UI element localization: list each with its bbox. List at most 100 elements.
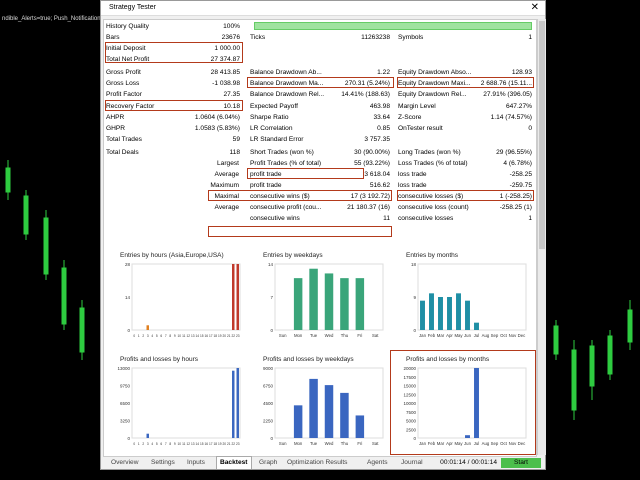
stat-label: consecutive profit (cou... [250, 204, 322, 211]
x-tick-label: 22 [231, 334, 235, 338]
vertical-scrollbar[interactable] [537, 19, 546, 455]
highlight-box [208, 190, 392, 201]
stat-value: 59 [232, 136, 240, 143]
tab-graph[interactable]: Graph [259, 457, 277, 469]
highlight-box [397, 77, 534, 88]
x-tick-label: 12 [186, 334, 190, 338]
stat-value: 27.35 [223, 91, 240, 98]
stat-value: 27.91% (396.05) [483, 91, 532, 98]
stat-label: Balance Drawdown Ab... [250, 69, 322, 76]
tab-overview[interactable]: Overview [111, 457, 138, 469]
x-tick-label: Mon [294, 441, 303, 446]
x-tick-label: 23 [236, 442, 240, 446]
stat-label: Profit Trades (% of total) [250, 160, 322, 167]
y-tick-label: 9 [413, 295, 416, 300]
x-tick-label: Aug [482, 333, 490, 338]
tab-agents[interactable]: Agents [367, 457, 388, 469]
bar [293, 278, 303, 330]
stat-label: Long Trades (won %) [398, 149, 461, 156]
bar [456, 293, 461, 330]
x-tick-label: Tue [310, 333, 318, 338]
scrollbar-thumb[interactable] [539, 21, 545, 249]
y-tick-label: 18 [411, 262, 417, 267]
x-tick-label: Sep [491, 333, 499, 338]
stat-value: -259.75 [509, 182, 532, 189]
x-tick-label: 19 [218, 442, 222, 446]
stat-label: Maximum [210, 182, 239, 189]
x-tick-label: 18 [213, 442, 217, 446]
bar [293, 405, 303, 438]
x-tick-label: 4 [151, 442, 153, 446]
chart-comment-text: ndible_Alerts=true; Push_Notifications=.… [2, 16, 113, 22]
chart-0: Entries by hours (Asia,Europe,USA)281400… [120, 252, 241, 338]
plot-area [417, 263, 527, 331]
start-button[interactable]: Start [501, 458, 541, 468]
stat-label: Expected Payoff [250, 103, 298, 110]
tab-settings[interactable]: Settings [151, 457, 175, 469]
close-icon[interactable]: ✕ [531, 2, 539, 13]
x-tick-label: Jan [419, 333, 427, 338]
x-tick-label: Sat [372, 441, 379, 446]
bar [474, 322, 479, 330]
tab-backtest[interactable]: Backtest [216, 456, 252, 469]
highlight-box [247, 77, 394, 88]
x-tick-label: Sat [372, 333, 379, 338]
y-tick-label: 3250 [120, 419, 131, 424]
y-tick-label: 13000 [117, 366, 130, 371]
y-tick-label: 14 [125, 295, 131, 300]
chart-2: Entries by months 18 9 0Jan Feb Mar Apr May Jun J… [406, 252, 527, 338]
highlight-box [105, 42, 243, 63]
x-tick-label: 0 [133, 334, 135, 338]
y-tick-label: 0 [270, 436, 273, 441]
chart-title: Profits and losses by hours [120, 356, 199, 363]
stat-value: 11 [383, 215, 390, 222]
y-tick-label: 14 [268, 262, 274, 267]
stat-value: 29 (96.55%) [496, 149, 532, 156]
x-tick-label: 21 [227, 442, 231, 446]
stat-value: 516.62 [369, 182, 390, 189]
x-tick-label: Mar [437, 333, 445, 338]
stat-label: loss trade [398, 182, 427, 189]
x-tick-label: 5 [156, 442, 158, 446]
tab-optimization-results[interactable]: Optimization Results [287, 457, 347, 469]
tab-journal[interactable]: Journal [401, 457, 423, 469]
stat-label: Balance Drawdown Rel... [250, 91, 325, 98]
stat-value: 1.0583 (5.83%) [194, 125, 240, 132]
bar [324, 385, 334, 438]
x-tick-label: 5 [156, 334, 158, 338]
x-tick-label: Nov [509, 333, 517, 338]
y-tick-label: 28 [125, 262, 131, 267]
highlight-box [397, 190, 534, 201]
y-tick-label: 2250 [263, 419, 274, 424]
stat-label: consecutive losses [398, 215, 454, 222]
x-tick-label: Thu [341, 441, 349, 446]
bar [324, 273, 334, 330]
x-tick-label: 14 [195, 334, 199, 338]
x-tick-label: 15 [200, 334, 204, 338]
highlight-box [105, 100, 243, 111]
x-tick-label: Oct [500, 333, 507, 338]
tester-tabs: Overview Settings Inputs Backtest Graph Optim… [103, 456, 543, 469]
x-tick-label: 4 [151, 334, 153, 338]
x-tick-label: 11 [182, 334, 186, 338]
x-tick-label: 17 [209, 334, 213, 338]
x-tick-label: 6 [160, 442, 162, 446]
x-tick-label: 8 [169, 334, 171, 338]
stat-value: 1 [528, 215, 532, 222]
bar [236, 264, 239, 330]
x-tick-label: 9 [174, 442, 176, 446]
x-tick-label: 7 [165, 442, 167, 446]
tab-inputs[interactable]: Inputs [187, 457, 205, 469]
stat-label: consecutive wins [250, 215, 300, 222]
stat-label: Largest [217, 160, 239, 167]
x-tick-label: Thu [341, 333, 349, 338]
stat-value: 3 757.35 [364, 136, 390, 143]
bar [236, 368, 239, 438]
y-tick-label: 0 [270, 328, 273, 333]
stat-label: Average [214, 171, 239, 178]
stat-value: 4 (6.78%) [503, 160, 532, 167]
x-tick-label: Mon [294, 333, 303, 338]
title-bar: Strategy Tester ✕ [101, 1, 545, 16]
stat-label: consecutive loss (count) [398, 204, 469, 211]
x-tick-label: 6 [160, 334, 162, 338]
